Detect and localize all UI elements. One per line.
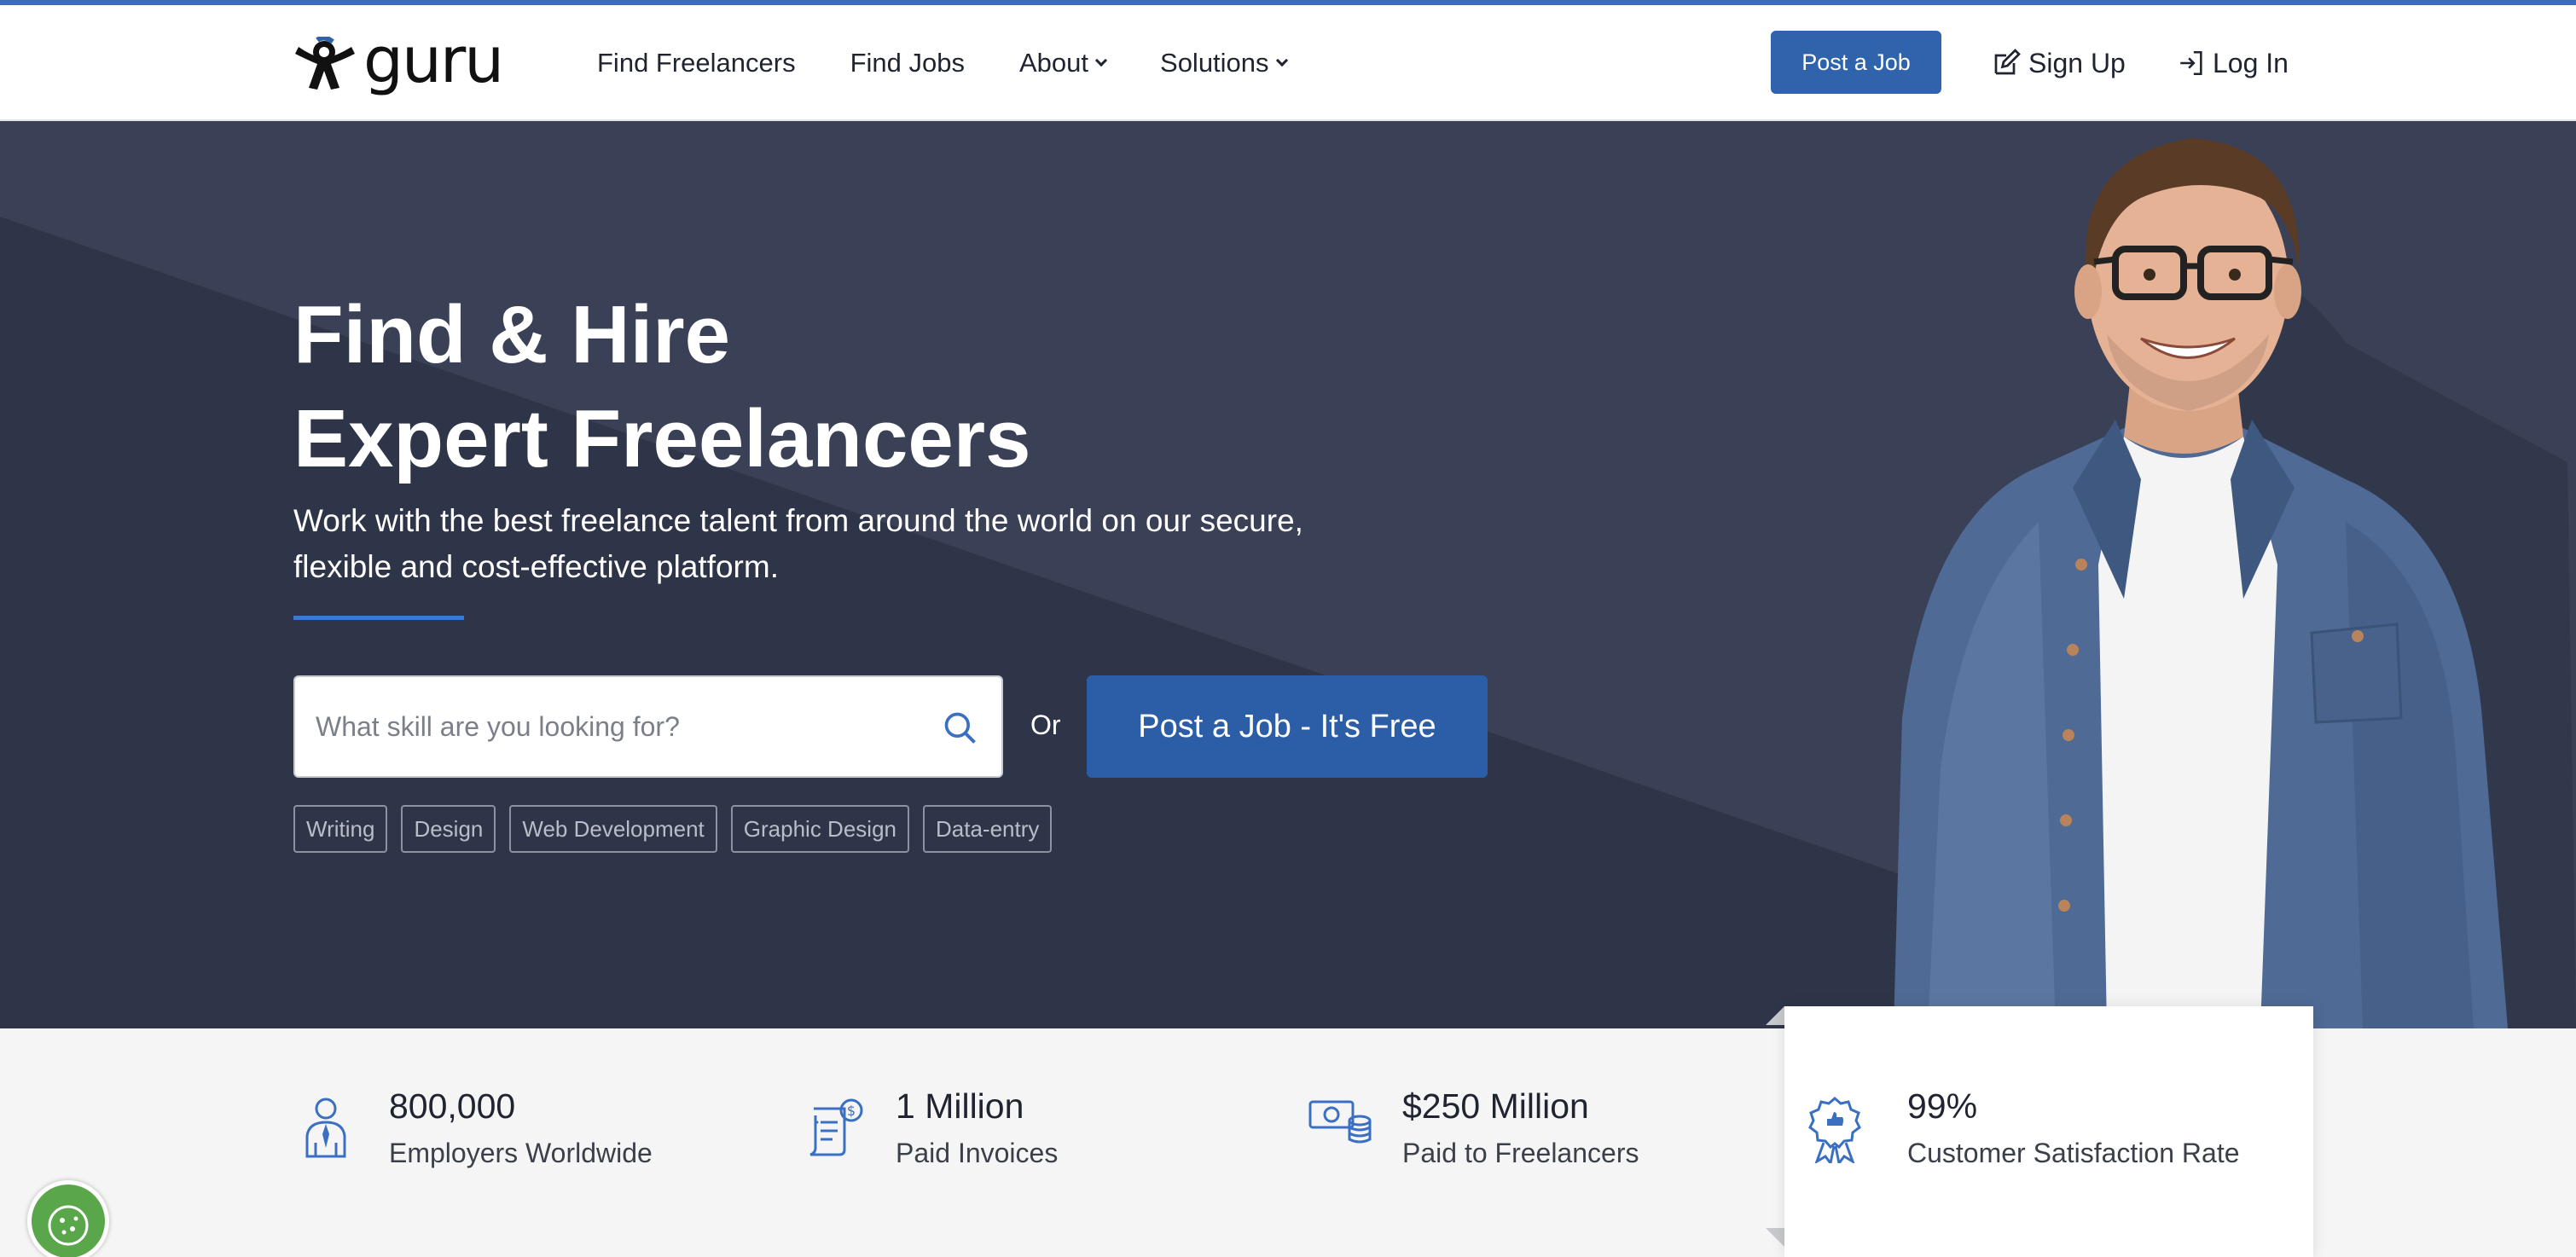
stat-label: Employers Worldwide xyxy=(389,1138,653,1168)
nav-find-freelancers[interactable]: Find Freelancers xyxy=(597,48,796,78)
chevron-down-icon xyxy=(1094,54,1108,67)
money-icon xyxy=(1308,1100,1372,1144)
award-icon xyxy=(1808,1097,1861,1163)
nav-solutions-label: Solutions xyxy=(1160,48,1269,78)
stat-label: Customer Satisfaction Rate xyxy=(1907,1138,2240,1168)
search-icon[interactable] xyxy=(942,710,979,747)
sign-up-label: Sign Up xyxy=(2028,47,2126,78)
cookie-settings-button[interactable] xyxy=(27,1180,109,1257)
hero-title-line-2: Expert Freelancers xyxy=(293,393,1031,484)
nav-solutions[interactable]: Solutions xyxy=(1160,48,1288,78)
hero-accent-line xyxy=(293,616,464,620)
nav-about-label: About xyxy=(1019,48,1089,78)
chevron-down-icon xyxy=(1275,54,1288,67)
guru-logo[interactable]: guru xyxy=(292,29,504,94)
hero-subtitle: Work with the best freelance talent from… xyxy=(293,503,1303,584)
skill-search-input[interactable] xyxy=(316,677,930,776)
skill-tags: Writing Design Web Development Graphic D… xyxy=(293,805,1065,853)
hero-person-image xyxy=(1894,138,2576,1028)
main-menu: Find Freelancers Find Jobs About Solutio… xyxy=(597,5,1341,121)
employer-icon xyxy=(305,1098,346,1158)
card-fold-decoration xyxy=(1766,1228,1784,1247)
tag-data-entry[interactable]: Data-entry xyxy=(923,805,1053,853)
stat-value: $250 Million xyxy=(1402,1086,1589,1126)
login-icon xyxy=(2180,50,2202,76)
hero-title-line-1: Find & Hire xyxy=(293,289,731,380)
cookie-icon xyxy=(48,1205,89,1246)
post-a-job-button[interactable]: Post a Job xyxy=(1771,31,1941,94)
nav-find-jobs[interactable]: Find Jobs xyxy=(850,48,965,78)
tag-writing[interactable]: Writing xyxy=(293,805,388,853)
hero-section: Find & Hire Expert Freelancers Work with… xyxy=(0,121,2576,1028)
invoice-icon: $ xyxy=(809,1098,863,1156)
guru-logo-icon xyxy=(295,37,355,90)
post-job-free-button[interactable]: Post a Job - It's Free xyxy=(1087,675,1488,778)
stat-value: 800,000 xyxy=(389,1086,516,1126)
nav-find-freelancers-label: Find Freelancers xyxy=(597,48,796,78)
stat-value: 99% xyxy=(1907,1086,1978,1126)
highlight-card xyxy=(1784,1006,2313,1257)
nav-about[interactable]: About xyxy=(1019,48,1108,78)
log-in-link[interactable]: Log In xyxy=(2177,5,2289,121)
tag-graphic-design[interactable]: Graphic Design xyxy=(730,805,909,853)
log-in-label: Log In xyxy=(2213,47,2289,78)
skill-search-box[interactable] xyxy=(293,675,1003,778)
tag-design[interactable]: Design xyxy=(401,805,496,853)
nav-find-jobs-label: Find Jobs xyxy=(850,48,965,78)
stat-value: 1 Million xyxy=(896,1086,1024,1126)
top-navigation: guru Find Freelancers Find Jobs About So… xyxy=(0,5,2576,121)
card-fold-decoration xyxy=(1766,1006,1784,1025)
logo-text: guru xyxy=(363,24,504,97)
tag-web-development[interactable]: Web Development xyxy=(509,805,717,853)
stat-label: Paid Invoices xyxy=(896,1138,1059,1168)
edit-icon xyxy=(1994,49,2021,75)
stat-label: Paid to Freelancers xyxy=(1402,1138,1639,1168)
hero-title: Find & Hire Expert Freelancers xyxy=(293,283,1030,491)
or-separator: Or xyxy=(1030,710,1061,740)
svg-text:$: $ xyxy=(847,1103,856,1119)
sign-up-link[interactable]: Sign Up xyxy=(1991,5,2126,121)
